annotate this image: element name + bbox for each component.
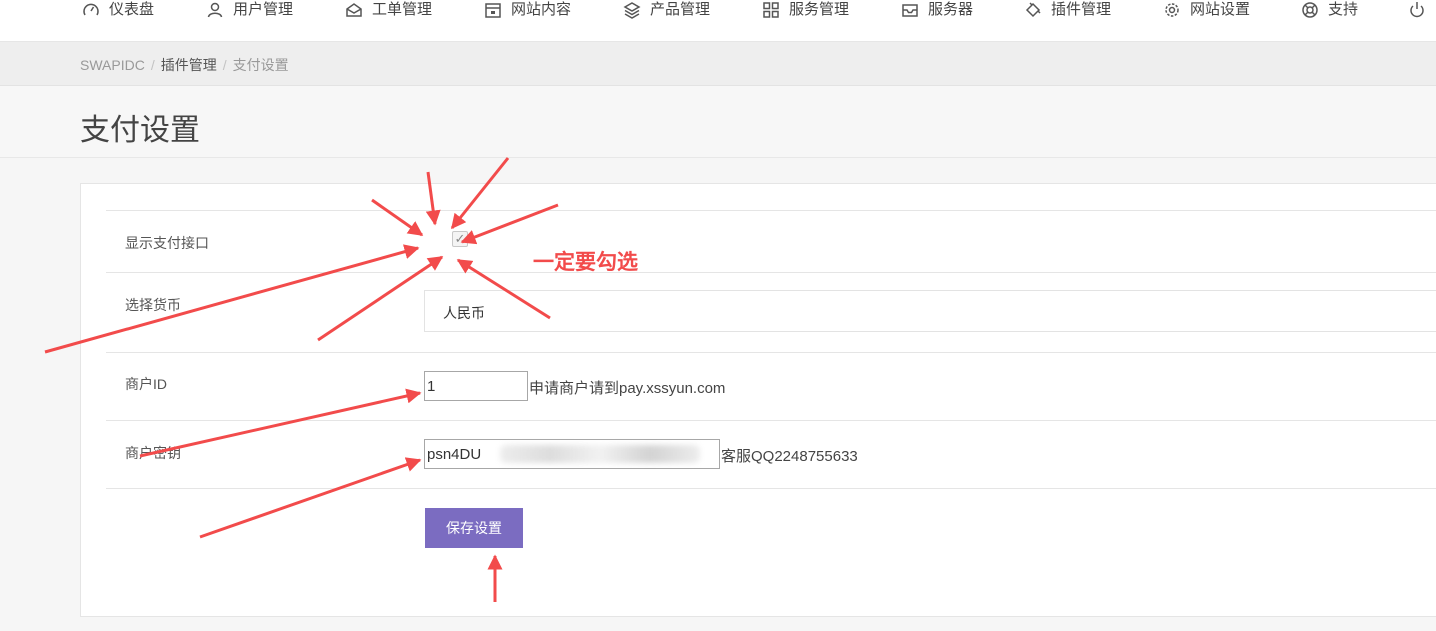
envelope-icon [345,1,363,19]
user-icon [206,1,224,19]
calendar-icon [484,1,502,19]
logout-button[interactable] [1408,0,1435,20]
nav-label: 网站内容 [511,1,572,18]
show-payment-checkbox[interactable]: ✓ [452,231,468,247]
power-icon [1408,1,1426,19]
page-header: 支付设置 [0,86,1436,158]
grid-icon [762,1,780,19]
nav-label: 支持 [1328,1,1359,18]
payment-settings-card: 显示支付接口 ✓ 选择货币 人民币 商户ID 申请商户请到pay.xssyun.… [80,183,1436,617]
merchant-id-label: 商户ID [125,376,167,392]
nav-item-tickets[interactable]: 工单管理 [345,0,432,20]
nav-item-services[interactable]: 服务管理 [762,0,849,20]
nav-label: 用户管理 [233,1,294,18]
gear-icon [1163,1,1181,19]
nav-item-settings[interactable]: 网站设置 [1163,0,1250,20]
merchant-id-input[interactable] [424,371,528,401]
merchant-key-label: 商户密钥 [125,445,181,461]
nav-label: 服务管理 [789,1,850,18]
form-row-merchant-id: 商户ID 申请商户请到pay.xssyun.com [106,352,1436,420]
nav-label: 工单管理 [372,1,433,18]
nav-item-products[interactable]: 产品管理 [623,0,710,20]
nav-label: 服务器 [928,1,974,18]
plug-icon [1024,1,1042,19]
nav-item-content[interactable]: 网站内容 [484,0,571,20]
merchant-key-field [424,439,720,469]
form-row-show-payment: 显示支付接口 ✓ [106,210,1436,272]
show-payment-label: 显示支付接口 [125,235,209,251]
breadcrumb-current: 支付设置 [232,57,289,73]
nav-item-dashboard[interactable]: 仪表盘 [82,0,154,20]
breadcrumb-separator: / [222,57,227,73]
form-row-currency: 选择货币 人民币 [106,272,1436,352]
breadcrumb-separator: / [150,57,155,73]
dashboard-icon [82,1,100,19]
nav-item-support[interactable]: 支持 [1301,0,1358,20]
currency-select[interactable]: 人民币 [424,290,1436,332]
breadcrumb-plugins-link[interactable]: 插件管理 [161,57,217,73]
nav-item-users[interactable]: 用户管理 [206,0,293,20]
breadcrumb: SWAPIDC / 插件管理 / 支付设置 [80,55,289,75]
currency-label: 选择货币 [125,297,181,313]
nav-label: 插件管理 [1051,1,1112,18]
save-settings-button[interactable]: 保存设置 [425,508,523,548]
merchant-id-hint: 申请商户请到pay.xssyun.com [529,380,726,397]
nav-label: 网站设置 [1190,1,1251,18]
nav-label: 产品管理 [650,1,711,18]
layers-icon [623,1,641,19]
nav-item-plugins[interactable]: 插件管理 [1024,0,1111,20]
merchant-key-hint: 客服QQ2248755633 [721,448,858,465]
top-nav: 仪表盘 用户管理 工单管理 网站内容 产品管理 服务管理 服务器 插件管理 网站… [0,0,1436,42]
nav-item-servers[interactable]: 服务器 [901,0,973,20]
lifebuoy-icon [1301,1,1319,19]
form-row-merchant-key: 商户密钥 客服QQ2248755633 [106,420,1436,488]
breadcrumb-home-link[interactable]: SWAPIDC [80,57,145,73]
inbox-icon [901,1,919,19]
nav-label: 仪表盘 [109,1,155,18]
page-title: 支付设置 [80,114,200,147]
annotation-text: 一定要勾选 [533,251,638,274]
form-divider [106,488,1436,489]
redaction-blur [500,445,700,463]
breadcrumb-bar: SWAPIDC / 插件管理 / 支付设置 [0,42,1436,86]
